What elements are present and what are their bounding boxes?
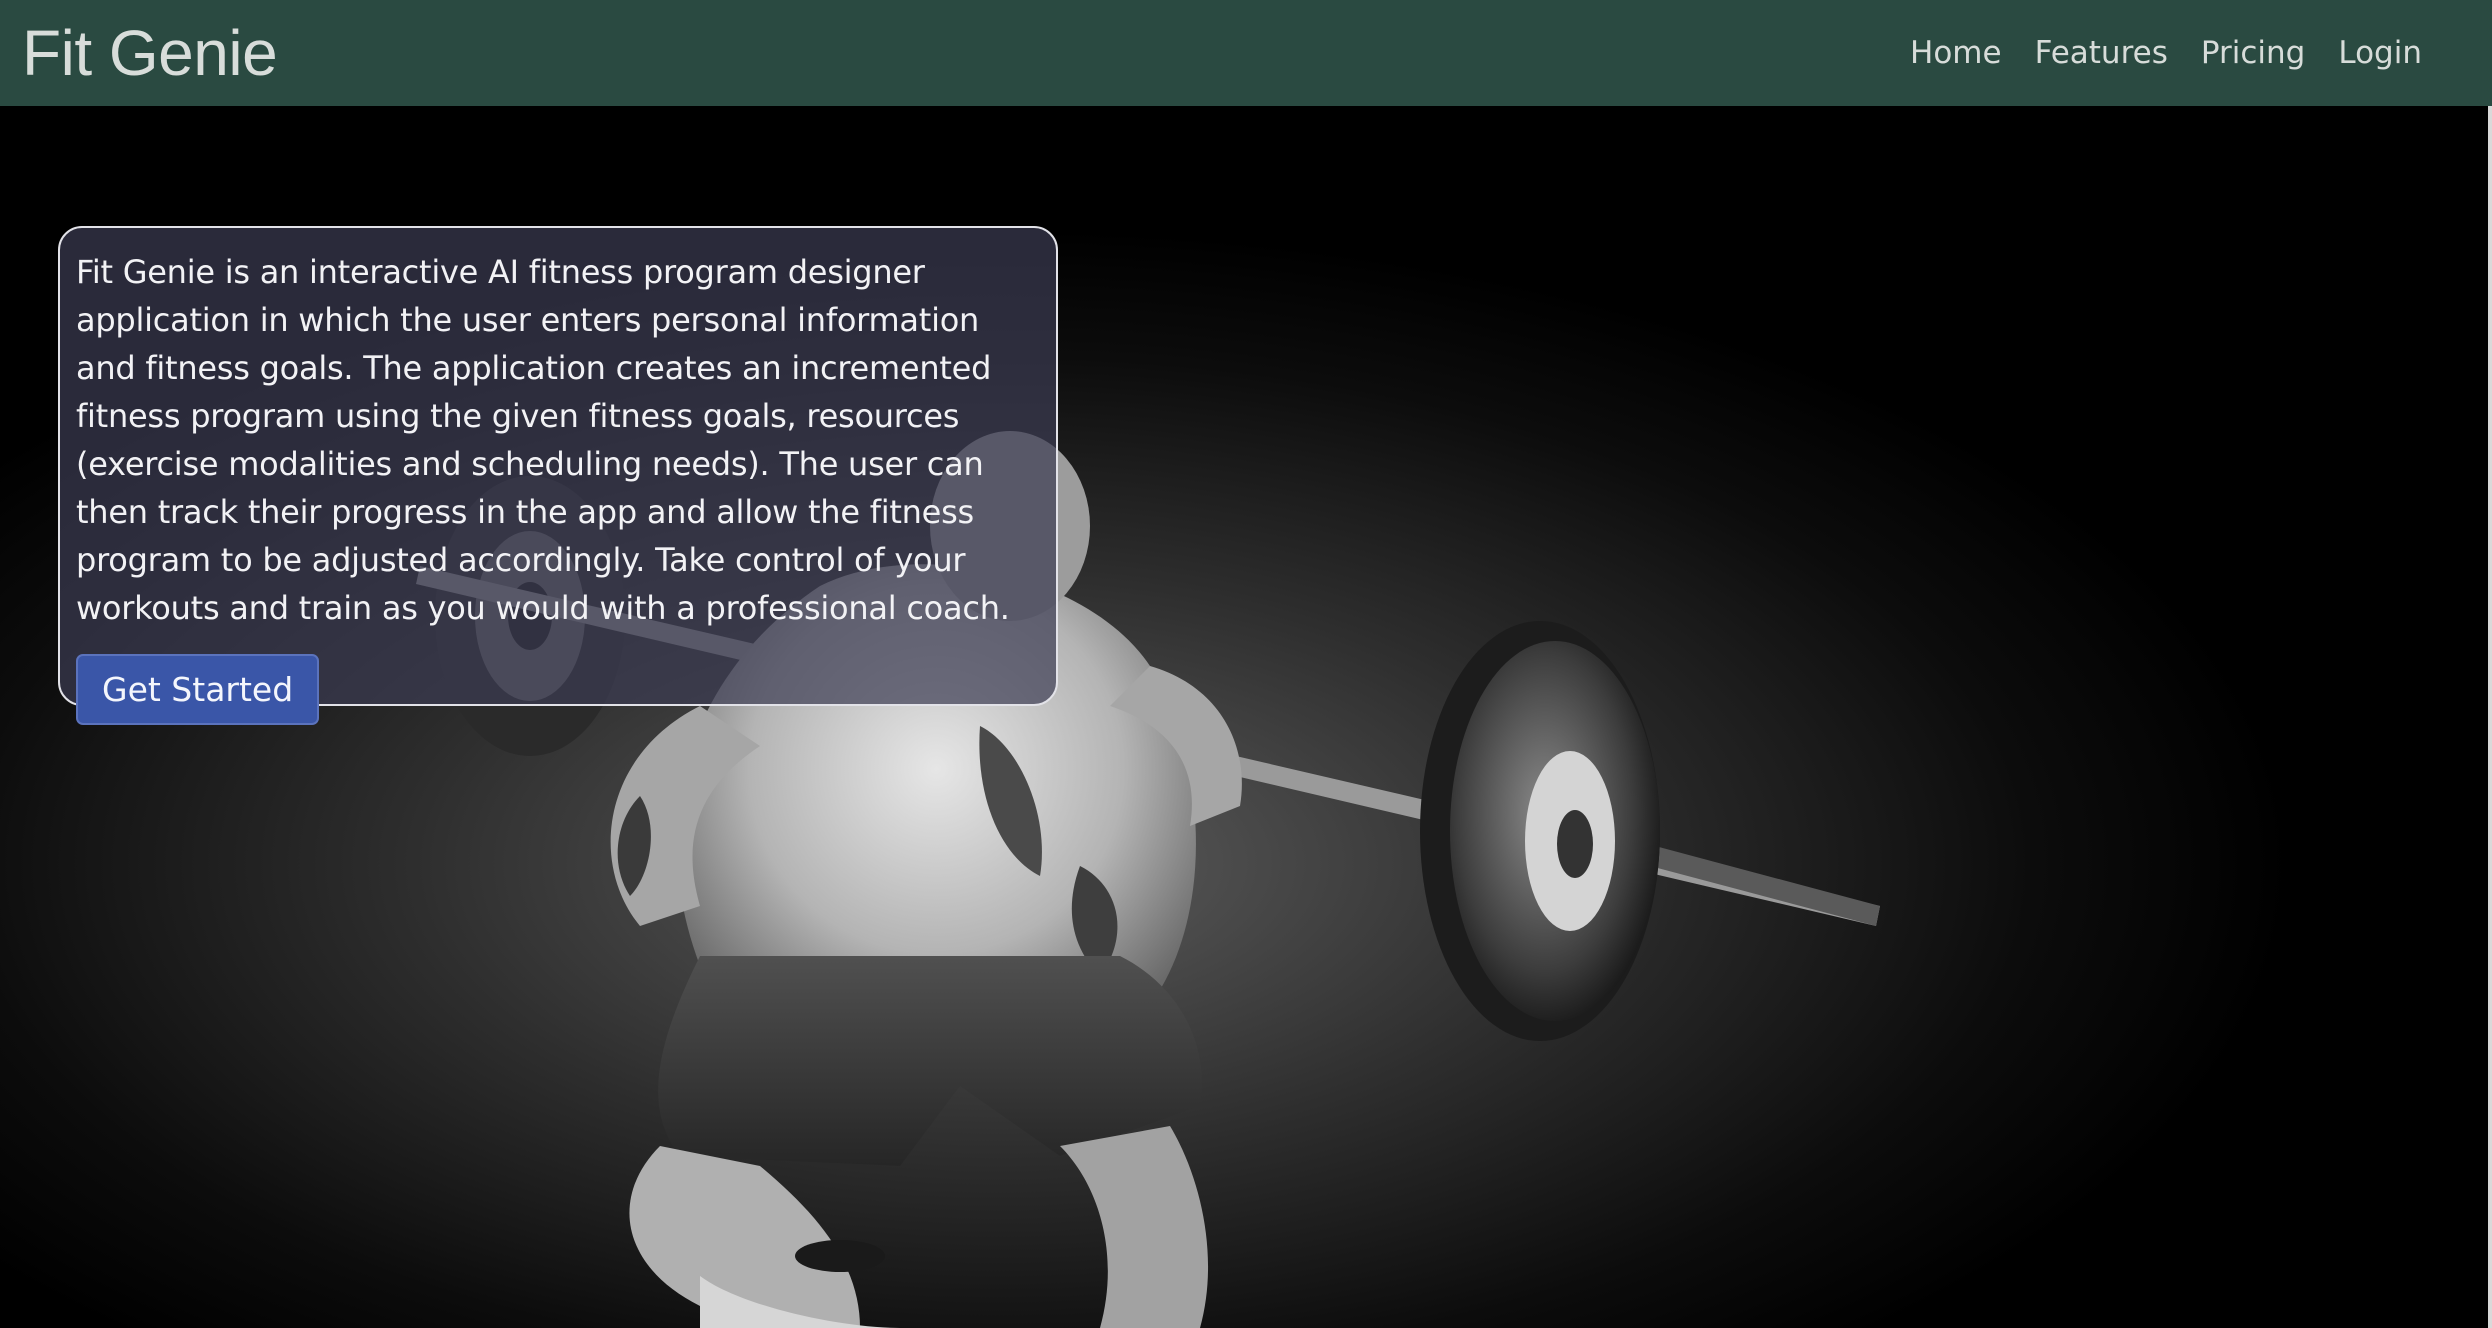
hero-info-card: Fit Genie is an interactive AI fitness p… bbox=[58, 226, 1058, 725]
window-edge bbox=[2488, 106, 2492, 1328]
landing-page: Fit Genie Home Features Pricing Login Fi… bbox=[0, 0, 2492, 1328]
brand-logo[interactable]: Fit Genie bbox=[22, 16, 278, 90]
top-navbar: Fit Genie Home Features Pricing Login bbox=[0, 0, 2492, 106]
nav-link-features[interactable]: Features bbox=[2035, 35, 2168, 71]
hero-description: Fit Genie is an interactive AI fitness p… bbox=[76, 253, 1010, 627]
nav-link-pricing[interactable]: Pricing bbox=[2201, 35, 2306, 71]
nav-links: Home Features Pricing Login bbox=[1910, 35, 2422, 71]
nav-link-home[interactable]: Home bbox=[1910, 35, 2002, 71]
get-started-button[interactable]: Get Started bbox=[76, 654, 320, 725]
nav-link-login[interactable]: Login bbox=[2338, 35, 2422, 71]
